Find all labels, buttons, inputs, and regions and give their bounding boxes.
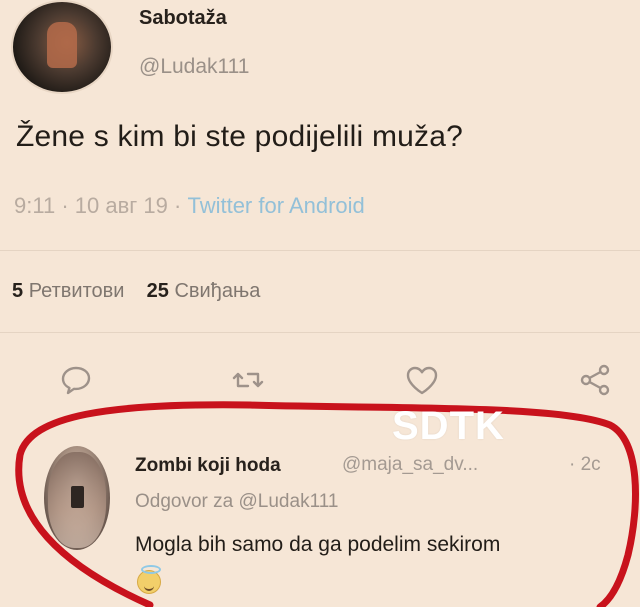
reply-time: · 2c	[569, 454, 601, 475]
tweet-text: Žene s kim bi ste podijelili muža?	[16, 120, 463, 153]
author-name[interactable]: Sabotaža	[139, 7, 227, 30]
like-button[interactable]	[404, 362, 440, 398]
watermark: SDTK	[392, 404, 505, 448]
retweet-button[interactable]	[230, 362, 266, 398]
meta-separator: ·	[174, 193, 188, 218]
tweet-time: 9:11	[14, 193, 56, 218]
replying-to-handle[interactable]: @Ludak111	[239, 491, 339, 512]
likes-count: 25	[146, 280, 169, 302]
retweets-stat[interactable]: 5 Ретвитови	[12, 280, 124, 302]
retweets-label: Ретвитови	[28, 280, 125, 302]
tweet-date: 10 авг 19	[74, 193, 168, 218]
replying-to-label: Odgovor za	[135, 491, 234, 512]
reply-author-avatar[interactable]	[44, 446, 110, 550]
retweet-icon	[232, 372, 264, 388]
divider	[0, 250, 640, 251]
tweet-meta: 9:11 · 10 авг 19 · Twitter for Android	[14, 193, 365, 219]
reply-text: Mogla bih samo da ga podelim sekirom	[135, 533, 501, 556]
like-icon	[406, 366, 438, 395]
replying-to: Odgovor za @Ludak111	[135, 491, 338, 513]
meta-separator: ·	[61, 193, 75, 218]
tweet-source-link[interactable]: Twitter for Android	[187, 193, 364, 218]
author-avatar[interactable]	[11, 0, 113, 94]
divider	[0, 332, 640, 333]
tweet-stats: 5 Ретвитови 25 Свиђања	[12, 280, 260, 303]
smiling-face-with-halo-icon	[137, 565, 161, 594]
reply-author-name[interactable]: Zombi koji hoda	[135, 455, 281, 477]
likes-stat[interactable]: 25 Свиђања	[147, 280, 261, 302]
reply-icon	[61, 366, 91, 395]
author-handle[interactable]: @Ludak111	[139, 55, 249, 79]
share-icon	[580, 364, 610, 396]
reply-author-handle[interactable]: @maja_sa_dv...	[342, 454, 478, 476]
share-button[interactable]	[577, 362, 613, 398]
reply-button[interactable]	[58, 362, 94, 398]
likes-label: Свиђања	[174, 280, 261, 302]
retweets-count: 5	[12, 280, 24, 302]
